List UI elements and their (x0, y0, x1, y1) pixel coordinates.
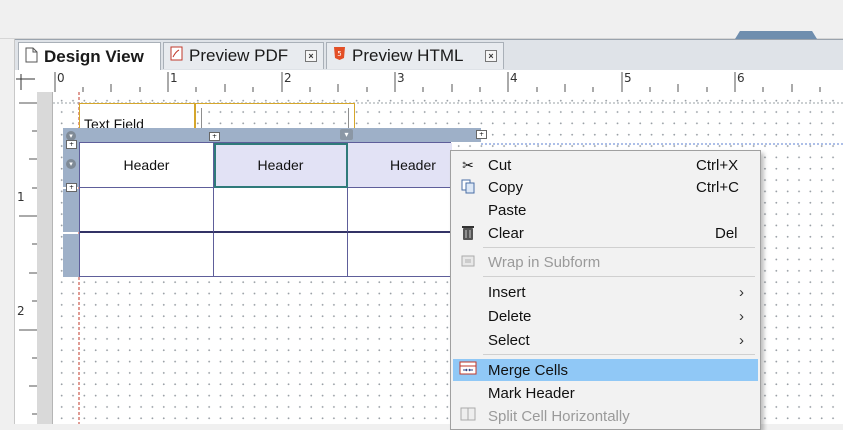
collapsed-panel-tab[interactable] (735, 31, 817, 39)
menu-shortcut: Del (715, 224, 738, 242)
document-icon (25, 47, 38, 68)
tab-label: Design View (44, 47, 144, 66)
menu-item-insert[interactable]: Insert › (453, 281, 758, 303)
trash-icon (459, 224, 477, 242)
page-margin-bar (37, 92, 53, 424)
table-cell[interactable] (348, 233, 452, 276)
scissors-icon: ✂ (462, 157, 474, 173)
ruler-label: 1 (170, 71, 178, 85)
menu-label: Delete (488, 307, 532, 325)
close-icon[interactable]: × (305, 50, 317, 62)
menu-item-delete[interactable]: Delete › (453, 305, 758, 327)
menu-label: Merge Cells (488, 361, 569, 379)
context-menu: ✂ Cut Ctrl+X Copy Ctrl+C Paste Clear Del… (450, 150, 761, 430)
ruler-label: 5 (624, 71, 632, 85)
menu-item-copy[interactable]: Copy Ctrl+C (453, 176, 758, 198)
menu-separator (483, 354, 755, 355)
table[interactable]: Header Header Header (79, 142, 452, 277)
menu-item-mark-header[interactable]: Mark Header (453, 382, 758, 404)
menu-label: Clear (488, 224, 524, 242)
ruler-corner (15, 70, 38, 93)
merge-cells-icon (459, 361, 477, 379)
pdf-icon (170, 46, 183, 66)
menu-label: Paste (488, 201, 527, 219)
tab-label: Preview PDF (189, 46, 289, 65)
wrap-subform-icon (459, 253, 477, 271)
top-strip (0, 0, 843, 39)
ruler-label: 2 (284, 71, 292, 85)
header-text: Header (257, 157, 304, 173)
copy-icon (459, 178, 477, 196)
menu-label: Copy (488, 178, 524, 196)
ruler-label: 4 (510, 71, 518, 85)
tab-label: Preview HTML (352, 46, 464, 65)
menu-item-clear[interactable]: Clear Del (453, 222, 758, 244)
table-header-cell[interactable]: Header (80, 143, 214, 188)
menu-label: Mark Header (488, 384, 575, 402)
menu-label: Split Cell Horizontally (488, 407, 630, 425)
table-header-cell-selected[interactable]: Header (348, 143, 452, 188)
table-header-cell-selected[interactable]: Header (214, 143, 348, 188)
menu-item-cut[interactable]: ✂ Cut Ctrl+X (453, 154, 758, 176)
menu-item-select[interactable]: Select › (453, 329, 758, 351)
horizontal-ruler: 0 1 2 3 4 5 6 (37, 70, 843, 93)
menu-label: Select (488, 331, 530, 349)
table-cell[interactable] (348, 188, 452, 233)
column-marker-icon[interactable]: + (476, 130, 487, 139)
svg-text:5: 5 (337, 50, 341, 58)
chevron-right-icon: › (739, 283, 744, 301)
expand-icon[interactable]: ▾ (66, 159, 76, 169)
menu-label: Wrap in Subform (488, 253, 601, 271)
row-marker-icon[interactable]: + (66, 140, 77, 149)
row-marker-icon[interactable]: + (66, 183, 77, 192)
menu-separator (483, 276, 755, 277)
ruler-label: 6 (737, 71, 745, 85)
menu-item-paste[interactable]: Paste (453, 199, 758, 221)
left-panel-edge (0, 39, 15, 424)
ruler-label: 1 (17, 190, 25, 204)
menu-item-wrap-in-subform[interactable]: Wrap in Subform (453, 251, 758, 273)
tab-preview-pdf[interactable]: Preview PDF × (163, 42, 324, 69)
tab-design-view[interactable]: Design View (18, 42, 161, 71)
menu-label: Cut (488, 156, 512, 174)
menu-shortcut: Ctrl+C (696, 178, 739, 196)
table-selection-bar[interactable] (63, 128, 481, 142)
row-handle[interactable] (63, 189, 79, 232)
split-cell-icon (459, 407, 477, 425)
header-text: Header (123, 157, 170, 173)
table-cell[interactable] (214, 233, 348, 276)
column-marker-icon[interactable]: + (209, 132, 220, 141)
vertical-ruler: 1 2 (15, 92, 38, 424)
menu-shortcut: Ctrl+X (696, 156, 739, 174)
table-cell[interactable] (214, 188, 348, 233)
close-icon[interactable]: × (485, 50, 497, 62)
ruler-label: 0 (57, 71, 65, 85)
table-cell[interactable] (80, 188, 214, 233)
menu-item-merge-cells[interactable]: Merge Cells (453, 359, 758, 381)
chevron-right-icon: › (739, 331, 744, 349)
tab-preview-html[interactable]: 5 Preview HTML × (326, 42, 504, 69)
ruler-label: 2 (17, 304, 25, 318)
menu-separator (483, 247, 755, 248)
row-handle[interactable] (63, 234, 79, 277)
table-cell[interactable] (80, 233, 214, 276)
ruler-label: 3 (397, 71, 405, 85)
editor-tab-bar: Design View Preview PDF × 5 Preview HTML… (15, 39, 843, 71)
html5-icon: 5 (333, 46, 346, 66)
menu-label: Insert (488, 283, 526, 301)
header-text: Header (390, 157, 436, 173)
dropdown-arrow-icon[interactable]: ▾ (340, 129, 353, 140)
chevron-right-icon: › (739, 307, 744, 325)
